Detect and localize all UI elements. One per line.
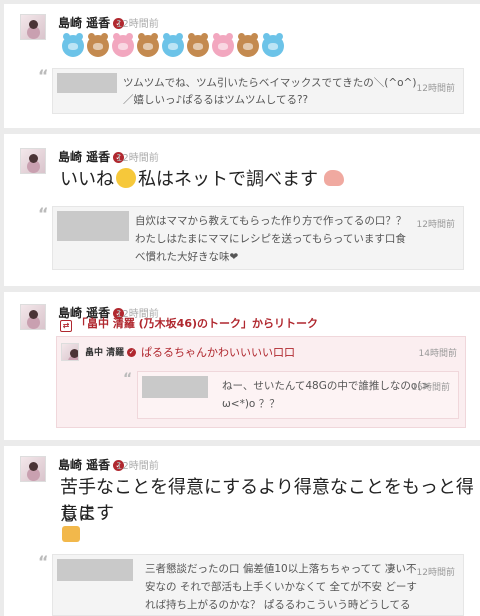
author-name[interactable]: 島崎 遥香 ✓ <box>58 14 125 31</box>
post-text-line2: します <box>60 503 114 524</box>
reply-text-line1: ねー、せいたんて48Gの中で誰推しなのo(> <box>222 380 431 392</box>
reply-text-line2: 安なの それで部活も上手くいかなくて 全てが不安 どーす <box>145 581 417 593</box>
retalk-link[interactable]: ⇄ 「畠中 清羅 (乃木坂46)のトーク」からリトーク <box>60 315 318 332</box>
retalk-text: ぱるるちゃんかわいいいい口口 <box>141 346 295 359</box>
fan-reply: ツムツムでね、ツム引いたらベイマックスでてきたの＼(^o^) ／嬉しいっ♪ぱるる… <box>52 68 464 114</box>
school-bag-icon <box>62 526 80 542</box>
avatar[interactable] <box>20 304 46 330</box>
post-card: 島崎 遥香 ✓ 12時間前 “ ツムツムでね、ツム引いたらベイマックスでてきたの＼… <box>4 4 480 128</box>
retalk-author[interactable]: 畠中 清羅 ✓ <box>85 345 137 358</box>
quote-icon: “ <box>38 66 49 85</box>
author-name[interactable]: 島崎 遥香 ✓ <box>58 456 125 473</box>
post-text: いいね 私はネットで調べます <box>60 166 344 193</box>
retalk-fan-reply: ねー、せいたんて48Gの中で誰推しなのo(> ω<*)o ？？ 15時間前 <box>137 371 459 419</box>
post-card: 島崎 遥香 ✓ 12時間前 いいね 私はネットで調べます “ 自炊はママから教えても… <box>4 134 480 286</box>
pink-pig-icon <box>212 33 234 57</box>
reply-text-line1: 三者懇談だったの口 偏差値10以上落ちちゃってて 凄い不 <box>145 563 417 575</box>
reply-text-line2: ω<*)o ？？ <box>222 398 280 410</box>
hidden-fan-name <box>57 559 133 581</box>
post-time: 12時間前 <box>116 153 159 164</box>
reply-text-line2: わたしはたまにママにレシピを送ってもらっています口食 <box>135 233 406 245</box>
reply-time: 12時間前 <box>416 568 455 578</box>
avatar[interactable] <box>20 148 46 174</box>
quote-icon: “ <box>38 552 49 571</box>
quote-icon: “ <box>38 204 49 223</box>
verified-check-icon: ✓ <box>127 348 137 357</box>
avatar[interactable] <box>20 456 46 482</box>
retalk-icon: ⇄ <box>60 320 72 332</box>
brown-bear-icon <box>237 33 259 57</box>
quote-icon: “ <box>123 371 133 387</box>
hidden-fan-name <box>57 211 129 241</box>
fan-reply: 自炊はママから教えてもらった作り方で作ってるの口？？ わたしはたまにママにレシピ… <box>52 206 464 270</box>
retalk-avatar[interactable] <box>61 343 79 361</box>
post-time: 12時間前 <box>116 19 159 30</box>
post-card: 島崎 遥香 ✓ 12時間前 苦手なことを得意にするより得意なことをもっと得意に し… <box>4 446 480 616</box>
author-name[interactable]: 島崎 遥香 ✓ <box>58 148 125 165</box>
flexed-arm-icon <box>324 170 344 186</box>
hidden-fan-name <box>57 73 117 93</box>
fan-reply: 三者懇談だったの口 偏差値10以上落ちちゃってて 凄い不 安なの それで部活も上… <box>52 554 464 616</box>
talk-feed: 島崎 遥香 ✓ 12時間前 “ ツムツムでね、ツム引いたらベイマックスでてきたの＼… <box>0 0 480 616</box>
hidden-fan-name <box>142 376 208 398</box>
avatar[interactable] <box>20 14 46 40</box>
retalk-box: 畠中 清羅 ✓ ぱるるちゃんかわいいいい口口 14時間前 “ ねー、せいたんて48… <box>56 336 466 428</box>
retalk-time: 14時間前 <box>418 349 457 359</box>
smiley-icon <box>116 168 136 188</box>
blue-bear-icon <box>262 33 284 57</box>
brown-bear-icon <box>187 33 209 57</box>
post-text-line1: 苦手なことを得意にするより得意なことをもっと得意に <box>60 477 474 525</box>
brown-bear-icon <box>87 33 109 57</box>
post-card: 島崎 遥香 ✓ 12時間前 ⇄ 「畠中 清羅 (乃木坂46)のトーク」からリトーク … <box>4 292 480 440</box>
reply-text-line2: ／嬉しいっ♪ぱるるはツムツムしてる?? <box>123 94 309 106</box>
blue-bear-icon <box>162 33 184 57</box>
reply-text-line3: べ慣れた大好きな味❤ <box>135 251 239 263</box>
pink-pig-icon <box>112 33 134 57</box>
reply-text-line1: 自炊はママから教えてもらった作り方で作ってるの口？？ <box>135 215 407 227</box>
reply-time: 15時間前 <box>411 383 450 393</box>
blue-bear-icon <box>62 33 84 57</box>
emoji-row <box>62 33 287 59</box>
post-time: 12時間前 <box>116 461 159 472</box>
reply-time: 12時間前 <box>416 84 455 94</box>
brown-bear-icon <box>137 33 159 57</box>
reply-text-line1: ツムツムでね、ツム引いたらベイマックスでてきたの＼(^o^) <box>123 77 417 89</box>
reply-text-line3: れば持ち上がるのかな？ ぱるるわこういう時どうしてる <box>145 599 411 611</box>
reply-time: 12時間前 <box>416 220 455 230</box>
